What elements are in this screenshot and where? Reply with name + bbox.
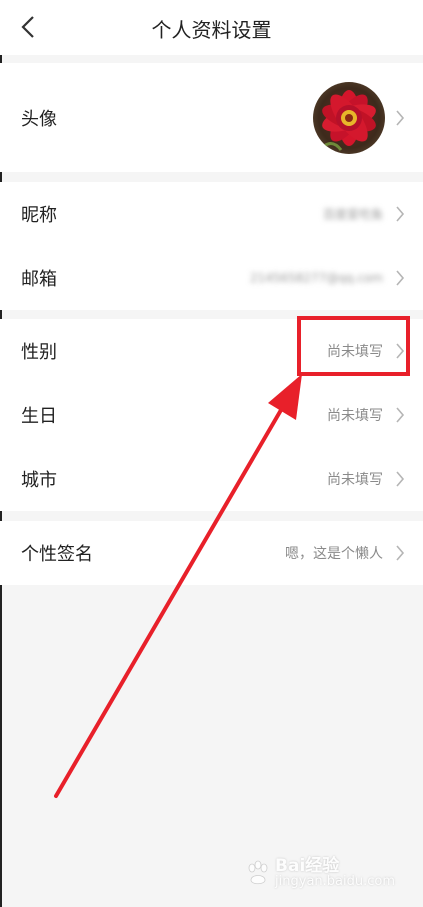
watermark-text: 经验 (305, 855, 340, 876)
watermark-url: jingyan.baidu.com (275, 874, 395, 890)
annotation-arrow-icon (54, 374, 302, 798)
paw-icon (248, 860, 268, 885)
watermark-brand: Bai (275, 855, 306, 876)
baidu-watermark: Bai经验 jingyan.baidu.com (245, 855, 395, 890)
profile-settings-page: 个人资料设置 头像 昵称 百度爱吃鱼 邮箱 2145658277@qq.com … (0, 0, 423, 907)
